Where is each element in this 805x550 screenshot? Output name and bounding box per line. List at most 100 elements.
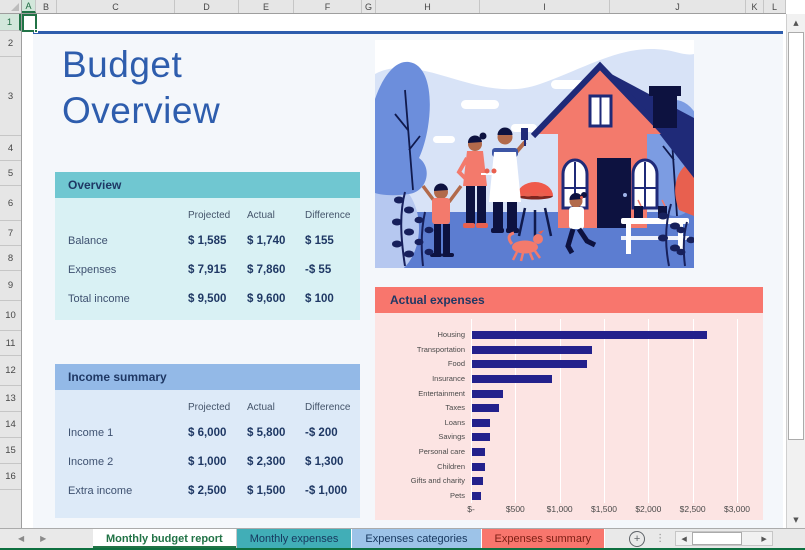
chart-category-label-pets: Pets — [375, 491, 465, 501]
overview_table-row-label: Total income — [68, 293, 188, 305]
chart-axis-tick: $1,500 — [582, 503, 626, 515]
row-header-6[interactable]: 6 — [0, 186, 21, 221]
row-header-3[interactable]: 3 — [0, 57, 21, 136]
horizontal-scrollbar[interactable]: ◀ ▶ — [675, 531, 773, 546]
scroll-down-icon[interactable]: ▼ — [787, 511, 805, 528]
row-header-12[interactable]: 12 — [0, 356, 21, 386]
chart-bar-entertainment — [472, 390, 503, 398]
chart-category-label-gifts-and-charity: Gifts and charity — [375, 476, 465, 486]
column-header-i[interactable]: I — [480, 0, 610, 13]
prev-sheet-icon[interactable]: ◀ — [18, 534, 24, 543]
horizontal-scrollbar-track[interactable] — [742, 532, 756, 545]
income_table-cell-value: $ 2,500 — [188, 485, 247, 497]
row-header-14[interactable]: 14 — [0, 412, 21, 438]
chart-category-label-personal-care: Personal care — [375, 447, 465, 457]
row-header-4[interactable]: 4 — [0, 136, 21, 161]
vertical-scrollbar-thumb[interactable] — [788, 32, 804, 440]
column-header-d[interactable]: D — [175, 0, 239, 13]
row-header-15[interactable]: 15 — [0, 438, 21, 464]
chart-bar-gifts-and-charity — [472, 477, 483, 485]
sheet-tab-bar: ◀ ▶ Monthly budget reportMonthly expense… — [0, 528, 805, 548]
chart-category-label-loans: Loans — [375, 418, 465, 428]
select-all-corner[interactable] — [0, 0, 22, 14]
overview-table-body: ProjectedActualDifferenceBalance$ 1,585$… — [55, 198, 360, 320]
row-header-11[interactable]: 11 — [0, 331, 21, 356]
report-title-line2: Overview — [62, 88, 220, 134]
scroll-up-icon[interactable]: ▲ — [787, 14, 805, 31]
sheet-canvas[interactable]: Budget Overview Overview ProjectedActual… — [22, 14, 786, 528]
next-sheet-icon[interactable]: ▶ — [40, 534, 46, 543]
row-header-1[interactable]: 1 — [0, 14, 21, 31]
row-header-filler — [0, 490, 21, 528]
row-header-2[interactable]: 2 — [0, 31, 21, 57]
row-header-16[interactable]: 16 — [0, 464, 21, 490]
overview_table-cell-value: $ 155 — [305, 235, 360, 247]
sheet-tab-monthly-expenses[interactable]: Monthly expenses — [237, 529, 353, 548]
column-headers: ABCDEFGHIJKL — [22, 0, 786, 14]
income_table-cell-value: $ 1,000 — [188, 456, 247, 468]
chart-gridline — [648, 319, 649, 503]
chart-category-label-entertainment: Entertainment — [375, 389, 465, 399]
actual-expenses-chart[interactable]: Actual expenses HousingTransportationFoo… — [375, 287, 763, 520]
income_table-cell-value: $ 6,000 — [188, 427, 247, 439]
chart-gridline — [604, 319, 605, 503]
income_table-columns-row: ProjectedActualDifference — [68, 396, 360, 418]
vertical-scrollbar[interactable]: ▲ ▼ — [786, 14, 805, 528]
chart-bar-children — [472, 463, 485, 471]
scroll-right-icon[interactable]: ▶ — [756, 532, 772, 545]
sheet-tab-label: Expenses summary — [495, 533, 592, 545]
row-header-8[interactable]: 8 — [0, 246, 21, 271]
row-header-7[interactable]: 7 — [0, 221, 21, 246]
column-header-e[interactable]: E — [239, 0, 294, 13]
overview_table-cell-value: $ 7,860 — [247, 264, 305, 276]
overview_table-cell-value: $ 9,500 — [188, 293, 247, 305]
chart-bar-pets — [472, 492, 481, 500]
selected-cell-a1[interactable] — [22, 14, 37, 32]
overview_table-row-expenses: Expenses$ 7,915$ 7,860-$ 55 — [68, 255, 360, 284]
overview_table-column-projected: Projected — [188, 210, 247, 221]
report-title: Budget Overview — [62, 42, 220, 134]
income_table-cell-value: $ 1,300 — [305, 456, 360, 468]
more-options-icon[interactable]: ⋮ — [655, 533, 665, 544]
sheet-nav: ◀ ▶ — [0, 529, 93, 548]
income_table-cell-value: $ 2,300 — [247, 456, 305, 468]
income_table-cell-value: $ 5,800 — [247, 427, 305, 439]
column-header-b[interactable]: B — [36, 0, 57, 13]
column-header-j[interactable]: J — [610, 0, 746, 13]
overview_table-column-actual: Actual — [247, 210, 305, 221]
income_table-column-projected: Projected — [188, 402, 247, 413]
overview_table-cell-value: $ 1,585 — [188, 235, 247, 247]
overview_table-cell-value: $ 7,915 — [188, 264, 247, 276]
row-header-13[interactable]: 13 — [0, 386, 21, 412]
scroll-left-icon[interactable]: ◀ — [676, 532, 692, 545]
row-header-9[interactable]: 9 — [0, 271, 21, 301]
income_table-cell-value: -$ 1,000 — [305, 485, 360, 497]
sheet-tab-expenses-summary[interactable]: Expenses summary — [482, 529, 606, 548]
row-header-5[interactable]: 5 — [0, 161, 21, 186]
column-header-k[interactable]: K — [746, 0, 764, 13]
sheet-tab-expenses-categories[interactable]: Expenses categories — [352, 529, 481, 548]
row-header-10[interactable]: 10 — [0, 301, 21, 331]
chart-header: Actual expenses — [375, 287, 763, 313]
add-sheet-button[interactable]: + — [629, 531, 645, 547]
sheet-tab-monthly-budget-report[interactable]: Monthly budget report — [93, 529, 237, 548]
overview_table-cell-value: $ 100 — [305, 293, 360, 305]
column-header-a[interactable]: A — [22, 0, 36, 13]
column-header-g[interactable]: G — [362, 0, 376, 13]
column-header-h[interactable]: H — [376, 0, 480, 13]
chart-axis-tick: $3,000 — [715, 503, 759, 515]
overview_table-row-label: Balance — [68, 235, 188, 247]
chart-bar-savings — [472, 433, 490, 441]
income_table-row-income-2: Income 2$ 1,000$ 2,300$ 1,300 — [68, 447, 360, 476]
income-table-title: Income summary — [68, 370, 167, 384]
column-header-c[interactable]: C — [57, 0, 175, 13]
column-header-f[interactable]: F — [294, 0, 362, 13]
income_table-row-income-1: Income 1$ 6,000$ 5,800-$ 200 — [68, 418, 360, 447]
income_table-row-label: Extra income — [68, 485, 188, 497]
horizontal-scrollbar-thumb[interactable] — [692, 532, 742, 545]
family-house-illustration[interactable] — [375, 40, 694, 268]
chart-axis-tick: $2,000 — [626, 503, 670, 515]
fill-handle[interactable] — [34, 29, 38, 33]
column-header-l[interactable]: L — [764, 0, 786, 13]
chart-category-label-housing: Housing — [375, 330, 465, 340]
